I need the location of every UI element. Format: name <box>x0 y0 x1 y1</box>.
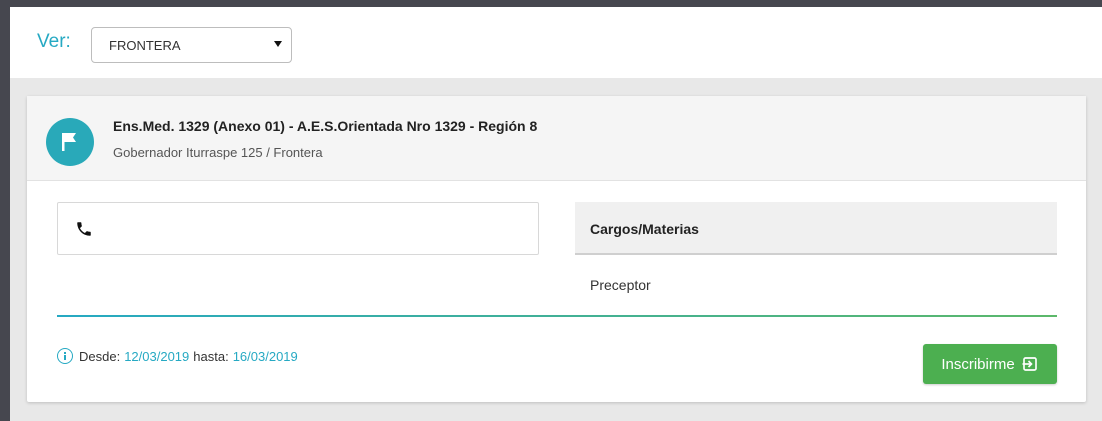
login-icon <box>1022 357 1037 371</box>
phone-field <box>57 202 539 255</box>
filter-bar: Ver: FRONTERA <box>10 7 1102 78</box>
caret-down-icon <box>274 41 282 47</box>
to-date: 16/03/2019 <box>232 348 298 364</box>
subject-row: Preceptor <box>590 277 651 293</box>
school-address: Gobernador Iturraspe 125 / Frontera <box>113 145 323 160</box>
app-frame: Ver: FRONTERA Ens.Med. 1329 (Anexo 01) -… <box>10 7 1102 421</box>
info-icon <box>57 348 73 364</box>
enroll-button[interactable]: Inscribirme <box>923 344 1057 384</box>
location-select[interactable]: FRONTERA <box>91 27 292 63</box>
subjects-table-header: Cargos/Materias <box>575 202 1057 255</box>
location-select-value: FRONTERA <box>109 38 181 53</box>
from-date: 12/03/2019 <box>124 348 190 364</box>
school-card-header: Ens.Med. 1329 (Anexo 01) - A.E.S.Orienta… <box>27 96 1086 181</box>
subjects-header-label: Cargos/Materias <box>590 221 699 237</box>
enroll-button-label: Inscribirme <box>941 355 1015 373</box>
from-label: Desde: <box>79 348 121 364</box>
filter-label: Ver: <box>37 31 71 52</box>
phone-icon <box>77 222 91 236</box>
divider <box>57 315 1057 317</box>
to-label: hasta: <box>193 348 229 364</box>
school-card: Ens.Med. 1329 (Anexo 01) - A.E.S.Orienta… <box>27 96 1086 402</box>
school-title: Ens.Med. 1329 (Anexo 01) - A.E.S.Orienta… <box>113 118 538 134</box>
flag-icon <box>62 133 76 151</box>
school-avatar <box>46 118 94 166</box>
enrollment-period: Desde: 12/03/2019 hasta: 16/03/2019 <box>57 348 302 364</box>
